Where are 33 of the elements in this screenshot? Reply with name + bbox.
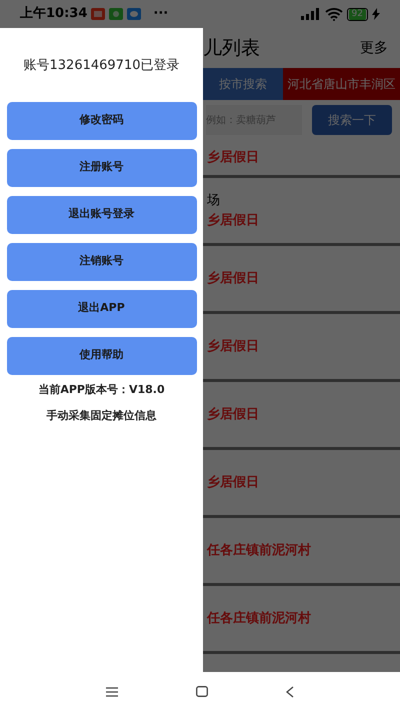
drawer-button[interactable]: 退出APP (6, 290, 196, 328)
row-title: 乡居假日 (207, 148, 260, 167)
charging-icon (372, 8, 380, 20)
row-title: 乡居假日 (207, 474, 260, 492)
more-button[interactable]: 更多 (360, 38, 388, 58)
drawer-button[interactable]: 修改密码 (6, 102, 196, 140)
drawer-button[interactable]: 注册账号 (6, 148, 196, 186)
wifi-icon (324, 8, 343, 20)
chat-notification-icon (109, 8, 124, 20)
signal-icon (300, 8, 321, 20)
message-notification-icon (127, 8, 142, 20)
drawer-button[interactable]: 注销账号 (6, 242, 196, 280)
row-title: 任各庄镇前泥河村 (207, 610, 312, 628)
menu-icon[interactable] (106, 686, 118, 696)
page-title: 儿列表 (203, 36, 260, 61)
row-title: 乡居假日 (207, 270, 260, 288)
back-icon[interactable] (286, 686, 294, 698)
row-title: 乡居假日 (207, 338, 260, 356)
account-status: 账号13261469710已登录 (24, 57, 180, 75)
row-subtitle: 场 (207, 192, 221, 210)
row-title: 乡居假日 (207, 212, 260, 230)
row-title: 任各庄镇前泥河村 (207, 542, 312, 560)
home-square-icon[interactable] (196, 686, 208, 697)
search-tab[interactable]: 河北省唐山市丰润区 (283, 68, 400, 100)
drawer-button[interactable]: 使用帮助 (6, 336, 196, 374)
status-time: 上午10:34 (20, 5, 88, 24)
app-notification-icon (91, 8, 106, 20)
more-notifications: ··· (153, 5, 168, 24)
row-title: 乡居假日 (207, 406, 260, 424)
version-text: 当前APP版本号：V18.0 (38, 382, 165, 398)
battery-indicator: 92 (346, 8, 368, 20)
manual-collect-link[interactable]: 手动采集固定摊位信息 (46, 408, 156, 424)
drawer-button[interactable]: 退出账号登录 (6, 196, 196, 234)
